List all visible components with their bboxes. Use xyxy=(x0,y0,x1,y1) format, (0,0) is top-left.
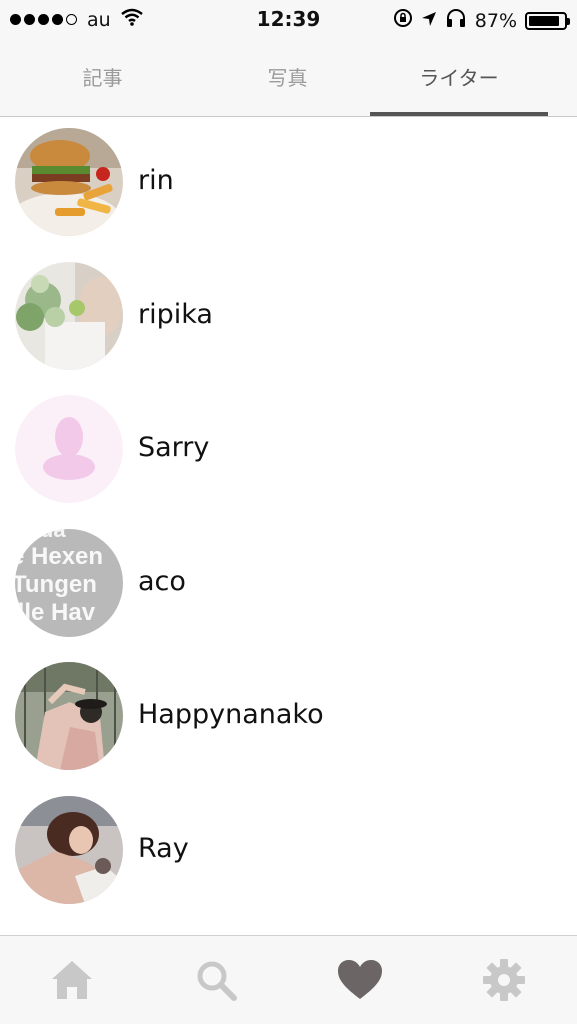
bottom-tab-bar xyxy=(0,935,577,1024)
writer-row-sarry[interactable]: Sarry xyxy=(0,384,577,518)
tab-label: ライター xyxy=(419,66,499,90)
location-arrow-icon xyxy=(421,10,437,32)
avatar-text: ar da xyxy=(15,529,66,542)
status-bar: au 12:39 87% xyxy=(0,0,577,40)
avatar-text: e Hexen xyxy=(15,543,103,570)
writer-row-ray[interactable]: Ray xyxy=(0,785,577,919)
tab-label: 写真 xyxy=(267,66,308,90)
nav-favorites[interactable] xyxy=(336,958,384,1006)
segment-tabs: 記事 写真 ライター xyxy=(0,40,577,117)
tab-photos[interactable]: 写真 xyxy=(205,40,370,116)
writer-name: Sarry xyxy=(138,432,210,463)
heart-icon xyxy=(337,959,383,1005)
avatar[interactable]: ar da e Hexen Tungen ille Hav xyxy=(15,528,123,637)
writer-list: rin ripika Sarry ar da e Hexen Tungen il… xyxy=(0,117,577,918)
active-tab-indicator xyxy=(370,112,548,116)
gear-icon xyxy=(482,958,526,1006)
avatar[interactable] xyxy=(15,128,123,236)
nav-home[interactable] xyxy=(48,958,96,1006)
battery-percent: 87% xyxy=(474,9,517,32)
rotation-lock-icon xyxy=(393,8,413,33)
tab-articles[interactable]: 記事 xyxy=(0,40,205,116)
home-icon xyxy=(50,959,94,1005)
avatar[interactable] xyxy=(15,261,123,370)
tab-label: 記事 xyxy=(82,66,123,90)
writer-row-happynanako[interactable]: Happynanako xyxy=(0,651,577,785)
nav-settings[interactable] xyxy=(480,958,528,1006)
search-icon xyxy=(194,958,238,1006)
writer-name: Ray xyxy=(138,832,189,864)
writer-row-ripika[interactable]: ripika xyxy=(0,251,577,385)
battery-icon xyxy=(525,11,570,30)
avatar[interactable] xyxy=(15,662,123,770)
writer-name: Happynanako xyxy=(138,699,324,730)
nav-search[interactable] xyxy=(192,958,240,1006)
avatar-text: Tungen xyxy=(15,571,97,598)
avatar-text: ille Hav xyxy=(15,599,96,626)
writer-row-aco[interactable]: ar da e Hexen Tungen ille Hav aco xyxy=(0,518,577,652)
writer-name: aco xyxy=(138,565,186,597)
headphones-icon xyxy=(445,8,467,33)
writer-row-rin[interactable]: rin xyxy=(0,117,577,251)
writer-name: rin xyxy=(138,165,174,196)
writer-name: ripika xyxy=(138,298,213,330)
default-avatar[interactable] xyxy=(15,395,123,503)
tab-writers[interactable]: ライター xyxy=(370,40,548,116)
status-right: 87% xyxy=(393,8,570,33)
avatar[interactable] xyxy=(15,795,123,904)
